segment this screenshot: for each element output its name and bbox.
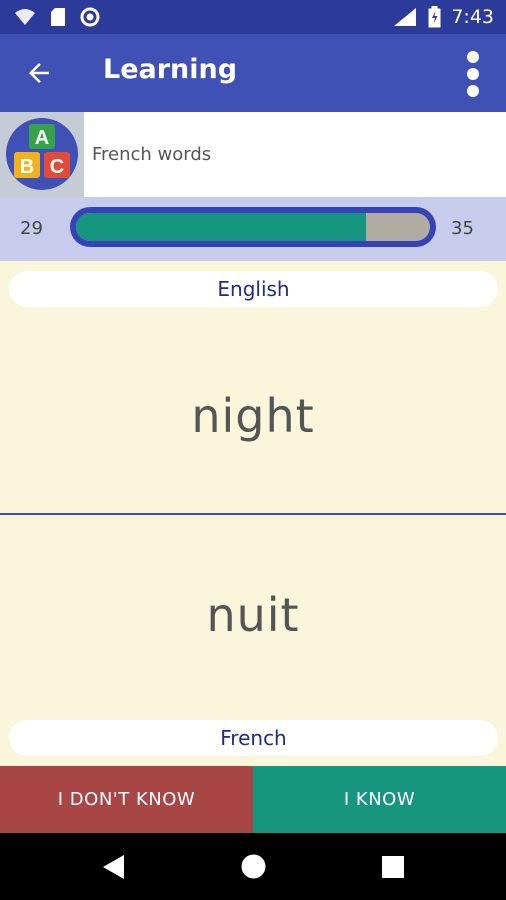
system-nav-bar (0, 833, 506, 900)
status-right: 7:43 (392, 6, 494, 28)
abc-logo-icon: A B C (6, 118, 78, 190)
progress-left-count: 29 (20, 218, 43, 239)
bottom-language-label: French (9, 720, 498, 756)
status-bar: 7:43 (0, 0, 506, 34)
sd-card-icon (51, 8, 65, 26)
sync-icon (80, 7, 100, 27)
nav-home-icon[interactable] (241, 854, 266, 879)
page-title: Learning (103, 54, 238, 85)
app-bar: Learning (0, 34, 506, 112)
know-button[interactable]: I KNOW (253, 766, 506, 833)
progress-right-count: 35 (451, 218, 474, 239)
progress-row: 29 35 (0, 197, 506, 261)
back-arrow-icon[interactable] (24, 58, 54, 88)
flashcard[interactable]: English night nuit French (0, 261, 506, 766)
dont-know-button[interactable]: I DON'T KNOW (0, 766, 253, 833)
deck-name: French words (92, 144, 212, 165)
status-left-icons (14, 7, 100, 27)
deck-logo: A B C (0, 112, 84, 197)
progress-bar (70, 207, 436, 247)
progress-fill (76, 213, 367, 241)
battery-icon (428, 6, 441, 28)
back-word: nuit (206, 588, 300, 642)
deck-header[interactable]: A B C French words (0, 112, 506, 198)
front-word: night (191, 389, 315, 443)
nav-back-icon[interactable] (102, 854, 126, 880)
progress-track (76, 213, 430, 241)
top-language-label: English (9, 271, 498, 307)
more-vert-icon[interactable] (464, 50, 482, 98)
card-divider (0, 513, 506, 515)
nav-recents-icon[interactable] (382, 856, 404, 878)
lte-signal-icon (394, 8, 417, 26)
svg-text:B: B (20, 156, 34, 178)
svg-text:A: A (35, 127, 49, 149)
status-time: 7:43 (451, 6, 494, 28)
svg-text:C: C (50, 156, 64, 178)
wifi-icon (15, 9, 35, 25)
